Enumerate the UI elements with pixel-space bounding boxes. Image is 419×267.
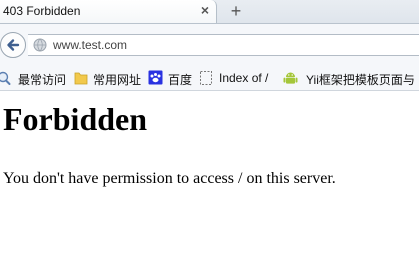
bookmark-index-of[interactable]: Index of /: [199, 70, 279, 86]
error-message: You don't have permission to access / on…: [3, 170, 336, 187]
page-content: Forbidden You don't have permission to a…: [0, 91, 419, 267]
bookmark-yii-framework[interactable]: Yii框架把模板页面与: [283, 70, 419, 87]
bookmark-most-visited[interactable]: 最常访问: [0, 70, 69, 87]
bookmark-label: 常用网址: [93, 73, 142, 87]
bookmark-label: 百度: [168, 73, 193, 87]
back-button[interactable]: [0, 32, 26, 58]
new-tab-button[interactable]: +: [226, 1, 246, 21]
tab-strip: 403 Forbidden × +: [0, 0, 419, 24]
back-arrow-icon: [7, 39, 20, 51]
folder-icon: [74, 72, 88, 85]
magnifier-icon: [0, 71, 11, 85]
android-icon: [283, 72, 298, 84]
page-title: Forbidden: [3, 101, 148, 137]
bookmarks-toolbar: 最常访问 常用网址 百度 Index of / Yii框架把模板页面与: [0, 65, 419, 91]
blank-page-icon: [200, 71, 212, 85]
tab-title: 403 Forbidden: [3, 4, 81, 18]
url-text: www.test.com: [53, 38, 128, 52]
globe-icon: [33, 38, 47, 52]
bookmark-label: 最常访问: [18, 73, 67, 87]
close-icon[interactable]: ×: [198, 2, 212, 18]
bookmark-label: Index of /: [219, 71, 269, 85]
bookmark-label: Yii框架把模板页面与: [306, 73, 415, 87]
navigation-bar: www.test.com: [0, 24, 419, 65]
tab-403-forbidden[interactable]: 403 Forbidden ×: [0, 0, 217, 23]
bookmark-baidu[interactable]: 百度: [148, 70, 198, 87]
address-bar[interactable]: www.test.com: [28, 34, 419, 56]
paw-icon: [148, 70, 163, 85]
bookmark-common-sites[interactable]: 常用网址: [74, 70, 144, 87]
